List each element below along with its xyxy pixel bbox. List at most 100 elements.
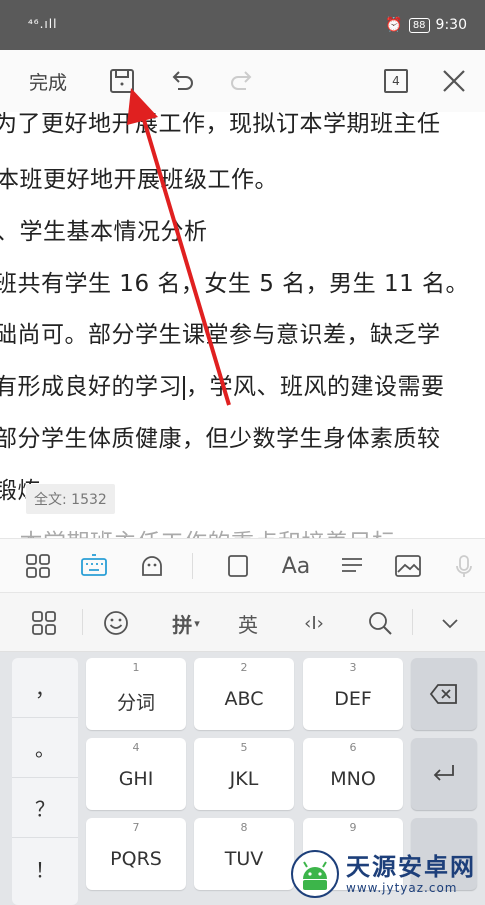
key-label: JKL <box>229 768 259 790</box>
signal-indicator: ⁴⁶.ıll <box>28 17 58 31</box>
key-label: PQRS <box>110 848 162 870</box>
punctuation-column: ， 。 ？ ！ <box>12 658 78 905</box>
dropdown-icon: ▾ <box>194 616 200 630</box>
smiley-icon <box>104 611 128 635</box>
image-icon <box>395 555 421 577</box>
mic-button[interactable] <box>442 539 485 593</box>
done-button[interactable]: 完成 <box>16 50 80 112</box>
doc-line: 部分学生体质健康，但少数学生身体素质较 <box>0 426 441 452</box>
document-editor[interactable]: 为了更好地开展工作，现拟订本学期班主任 本班更好地开展班级工作。 、学生基本情况… <box>0 112 485 542</box>
key-8[interactable]: 8 TUV <box>194 818 294 890</box>
save-icon <box>110 69 134 93</box>
cursor-move-button[interactable]: ‹I› <box>290 593 338 653</box>
page-count-icon: 4 <box>384 69 408 93</box>
key-3[interactable]: 3 DEF <box>303 658 403 730</box>
font-icon: Aa <box>281 553 311 579</box>
grid-icon <box>26 554 50 578</box>
key-2[interactable]: 2 ABC <box>194 658 294 730</box>
backspace-icon <box>429 684 457 704</box>
emoji-face-icon <box>142 556 162 576</box>
key-number: 8 <box>240 821 248 834</box>
punct-key-period[interactable]: 。 <box>12 718 78 778</box>
key-label: MNO <box>330 768 376 790</box>
key-label: 分词 <box>116 692 155 714</box>
key-number: 2 <box>240 661 248 674</box>
doc-text: ，学风、班风的建设需要 <box>186 374 445 400</box>
key-number: 5 <box>240 741 248 754</box>
doc-line: 班共有学生 16 名，女生 5 名，男生 11 名。 <box>0 271 470 297</box>
key-number: 6 <box>349 741 357 754</box>
word-count-badge: 全文: 1532 <box>26 484 115 514</box>
key-label: ABC <box>224 688 264 710</box>
alarm-icon: ⏰ <box>385 17 403 33</box>
punct-key-comma[interactable]: ， <box>12 658 78 718</box>
keyboard-icon <box>81 554 107 576</box>
divider <box>412 609 413 635</box>
search-icon <box>369 612 392 635</box>
status-bar: ⁴⁶.ıll ⏰ 88 9:30 <box>0 0 485 50</box>
crop-button[interactable] <box>216 539 260 593</box>
doc-line: 础尚可。部分学生课堂参与意识差，缺乏学 <box>0 322 441 348</box>
grid-icon <box>32 611 56 635</box>
site-watermark: 天源安卓网 www.jytyaz.com <box>290 846 480 902</box>
watermark-url: www.jytyaz.com <box>346 881 458 895</box>
crop-icon <box>228 555 248 577</box>
menu-grid-button[interactable] <box>22 593 66 653</box>
grid-button[interactable] <box>16 539 60 593</box>
key-label: DEF <box>334 688 372 710</box>
undo-icon <box>172 71 193 90</box>
key-label: TUV <box>224 848 264 870</box>
emoji-face-button[interactable] <box>130 539 174 593</box>
key-number: 7 <box>132 821 140 834</box>
watermark-name: 天源安卓网 <box>346 853 476 881</box>
close-button[interactable] <box>436 50 472 112</box>
backspace-key[interactable] <box>411 658 477 730</box>
divider <box>82 609 83 635</box>
doc-line: 为了更好地开展工作，现拟订本学期班主任 <box>0 112 441 137</box>
punct-key-question[interactable]: ？ <box>12 778 78 838</box>
save-button[interactable] <box>104 50 140 112</box>
enter-icon <box>433 765 454 781</box>
doc-line: 本班更好地开展班级工作。 <box>0 167 278 193</box>
doc-text: 有形成良好的学习 <box>0 374 182 400</box>
english-mode-button[interactable]: 英 <box>226 593 270 653</box>
punct-key-exclaim[interactable]: ！ <box>12 838 78 898</box>
android-logo-icon <box>291 850 339 898</box>
input-mode-row: 拼 ▾ 英 ‹I› <box>0 592 485 652</box>
key-6[interactable]: 6 MNO <box>303 738 403 810</box>
image-button[interactable] <box>386 539 430 593</box>
font-button[interactable]: Aa <box>274 539 318 593</box>
key-5[interactable]: 5 JKL <box>194 738 294 810</box>
align-icon <box>342 558 362 572</box>
watermark-text: 天源安卓网 www.jytyaz.com <box>346 853 476 895</box>
battery-indicator: 88 <box>408 17 430 33</box>
keyboard-button[interactable] <box>72 539 116 593</box>
chevron-down-icon <box>442 619 458 629</box>
align-button[interactable] <box>330 539 374 593</box>
search-button[interactable] <box>358 593 402 653</box>
key-4[interactable]: 4 GHI <box>86 738 186 810</box>
key-7[interactable]: 7 PQRS <box>86 818 186 890</box>
key-label: GHI <box>118 768 154 790</box>
editor-toolbar: 完成 4 <box>0 50 485 112</box>
enter-key[interactable] <box>411 738 477 810</box>
doc-line: 、学生基本情况分析 <box>0 219 208 245</box>
undo-button[interactable] <box>164 50 200 112</box>
page-count-button[interactable]: 4 <box>378 50 414 112</box>
pinyin-mode-button[interactable]: 拼 ▾ <box>160 593 212 653</box>
emoji-button[interactable] <box>94 593 138 653</box>
collapse-keyboard-button[interactable] <box>428 593 472 653</box>
key-number: 4 <box>132 741 140 754</box>
doc-line-with-cursor: 有形成良好的学习 ，学风、班风的建设需要 <box>0 367 445 401</box>
status-right: ⏰ 88 9:30 <box>385 17 467 33</box>
key-1[interactable]: 1 分词 <box>86 658 186 730</box>
text-cursor <box>183 375 185 400</box>
redo-button[interactable] <box>224 50 260 112</box>
key-number: 1 <box>132 661 140 674</box>
divider <box>192 553 193 579</box>
mic-icon <box>456 555 472 577</box>
key-number: 3 <box>349 661 357 674</box>
key-number: 9 <box>349 821 357 834</box>
redo-icon <box>231 71 252 90</box>
clock: 9:30 <box>435 17 467 33</box>
